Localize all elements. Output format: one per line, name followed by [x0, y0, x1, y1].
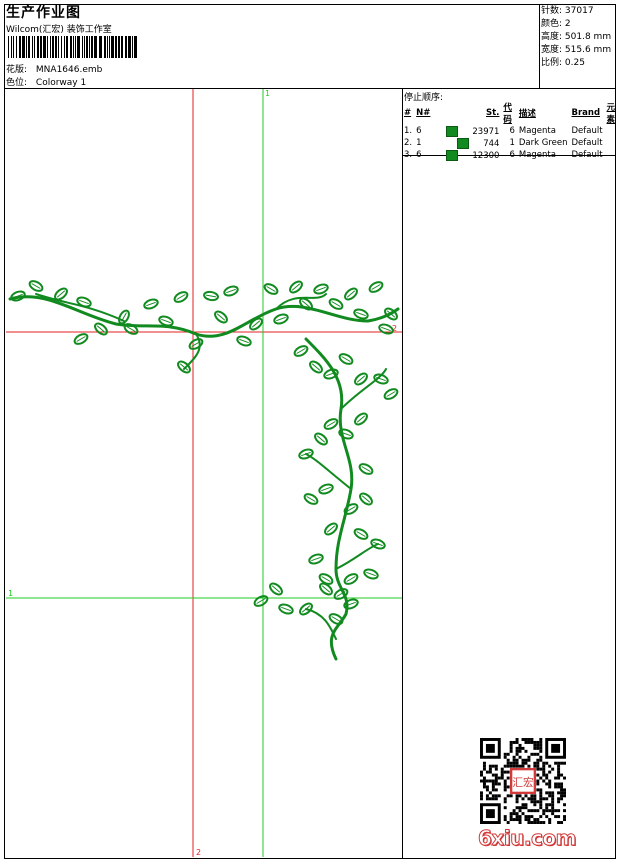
row-stitches: 12300: [444, 149, 501, 161]
col-needle: N#: [416, 108, 431, 118]
stitch-count: 23971: [472, 126, 500, 137]
guide-marker-top: 1: [265, 89, 270, 98]
row-element: [605, 125, 620, 137]
stop-sequence-table: # N# St. 代码 描述 Brand 元素 1. 6 23971 6 Magenta…: [402, 101, 620, 161]
watermark-logo: 6xiu.com: [478, 826, 577, 851]
design-file-label: 花版:: [6, 65, 28, 75]
row-brand: Default: [571, 150, 603, 160]
company-name: Wilcom(汇宏) 装饰工作室: [6, 25, 112, 35]
row-description: Magenta: [518, 126, 556, 136]
col-code: 代码: [503, 103, 512, 125]
row-code: 6: [509, 150, 515, 160]
row-code: 1: [509, 138, 515, 148]
qr-code: 汇宏: [480, 738, 566, 824]
thread-color-swatch: [446, 125, 459, 137]
design-file-value: MNA1646.emb: [35, 65, 103, 75]
stat-height: 高度: 501.8 mm: [541, 32, 612, 42]
table-row: 1. 6 23971 6 Magenta Default: [402, 125, 620, 137]
row-index: 3.: [404, 150, 413, 160]
seal-text: 汇宏: [512, 776, 533, 789]
design-file-row: 花版: MNA1646.emb: [6, 62, 102, 75]
thread-color-swatch: [446, 149, 459, 161]
colorway-row: 色位: Colorway 1: [6, 75, 86, 88]
row-brand: Default: [571, 126, 603, 136]
stat-stitches: 针数: 37017: [541, 6, 594, 16]
page-title: 生产作业图: [6, 5, 81, 21]
col-brand: Brand: [571, 108, 601, 118]
row-needle: 1: [416, 138, 422, 148]
stat-scale: 比例: 0.25: [541, 58, 585, 68]
col-description: 描述: [518, 109, 536, 119]
row-needle: 6: [416, 126, 422, 136]
row-brand: Default: [571, 138, 603, 148]
table-header-row: # N# St. 代码 描述 Brand 元素: [402, 101, 620, 125]
col-stitches: St.: [486, 108, 500, 118]
row-element: [605, 149, 620, 161]
row-index: 1.: [404, 126, 413, 136]
row-index: 2.: [404, 138, 413, 148]
guide-marker-bottom: 2: [196, 848, 201, 857]
row-element: [605, 137, 620, 149]
guide-marker-left: 1: [8, 589, 13, 598]
stat-colors: 颜色: 2: [541, 19, 571, 29]
colorway-value: Colorway 1: [35, 78, 87, 88]
barcode: [8, 36, 137, 58]
row-stitches: 23971: [444, 125, 501, 137]
stitch-count: 12300: [472, 150, 500, 161]
row-code: 6: [509, 126, 515, 136]
table-row: 2. 1 744 1 Dark Green Default: [402, 137, 620, 149]
stat-width: 宽度: 515.6 mm: [541, 45, 612, 55]
thread-color-swatch: [457, 137, 470, 149]
row-description: Dark Green: [518, 138, 568, 148]
table-row: 3. 6 12300 6 Magenta Default: [402, 149, 620, 161]
colorway-label: 色位:: [6, 78, 28, 88]
design-preview: 1 2 1 2: [6, 89, 402, 857]
col-element: 元素: [606, 103, 616, 125]
row-description: Magenta: [518, 150, 556, 160]
embroidery-vine: [8, 280, 400, 661]
row-needle: 6: [416, 150, 422, 160]
row-stitches: 744: [444, 137, 501, 149]
col-index: #: [404, 108, 412, 118]
design-stats: 针数: 37017 颜色: 2 高度: 501.8 mm 宽度: 515.6 m…: [541, 5, 611, 70]
stitch-count: 744: [483, 138, 500, 149]
